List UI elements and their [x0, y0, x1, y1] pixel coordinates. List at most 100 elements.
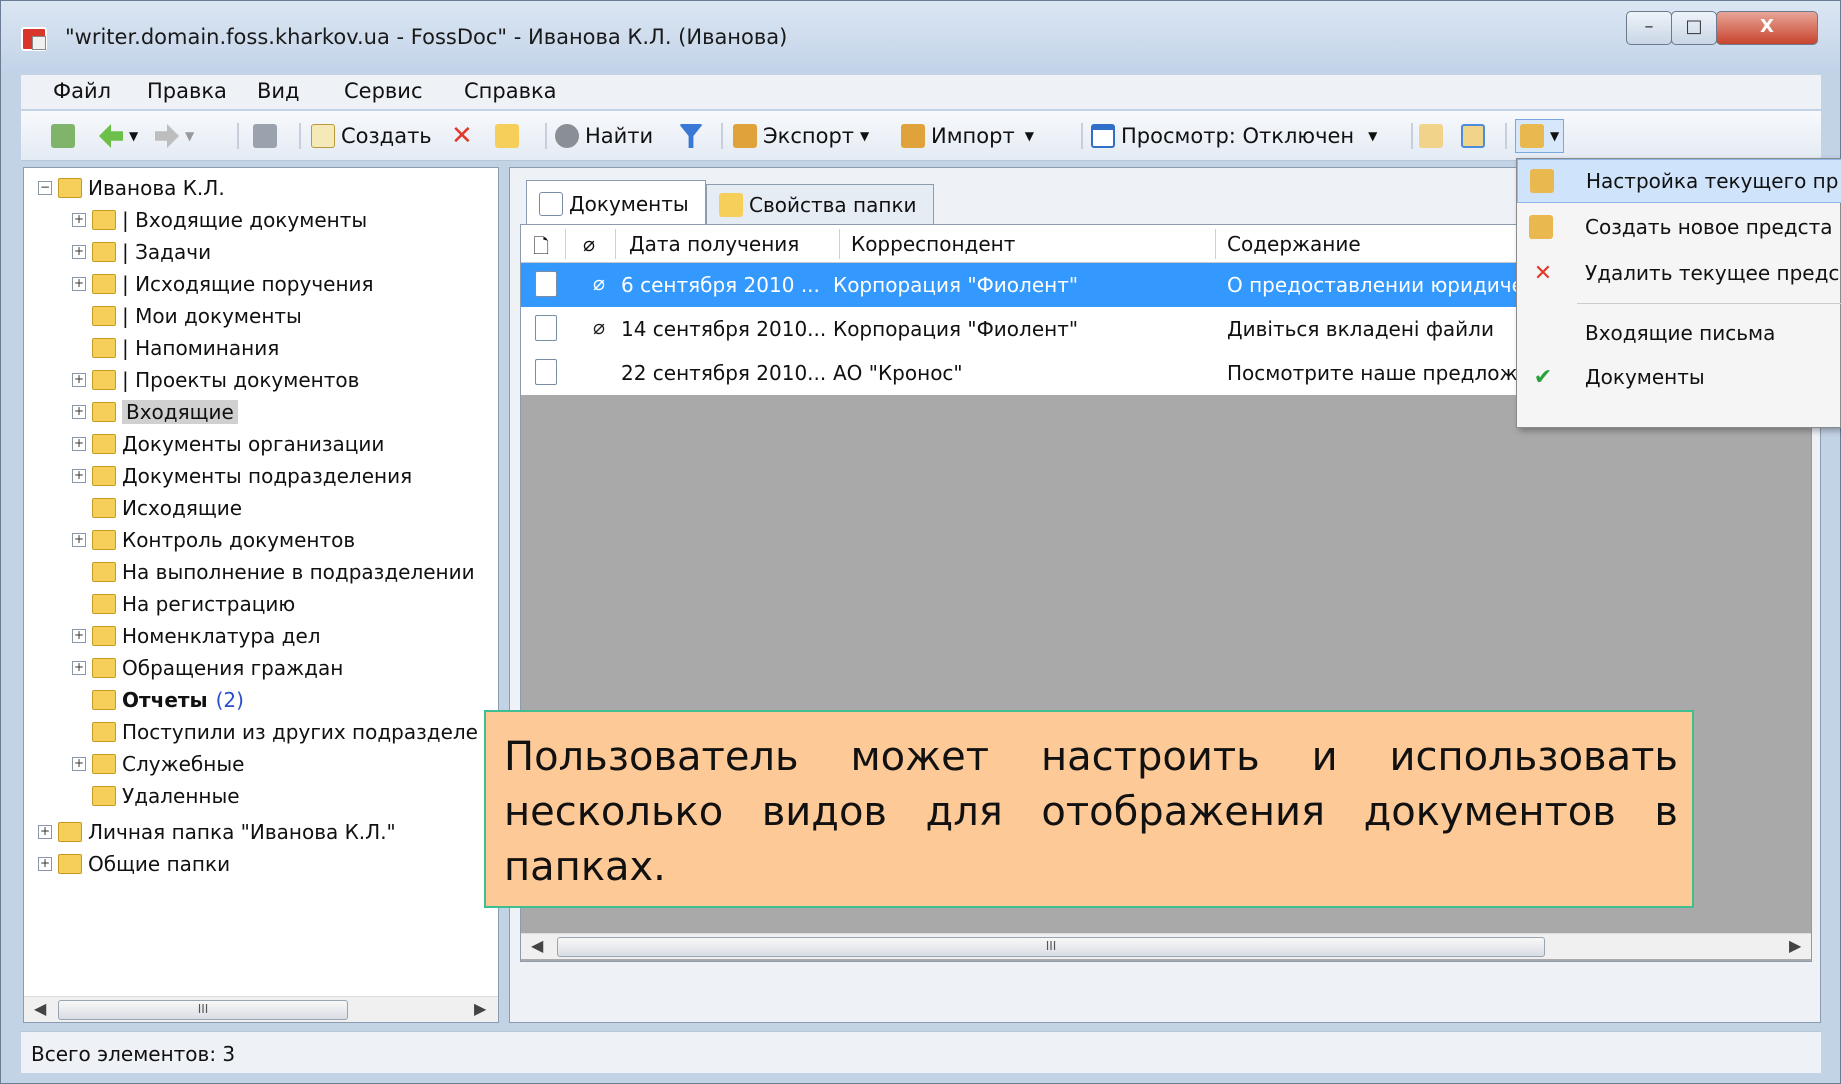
expand-icon[interactable]: +	[72, 757, 86, 771]
scroll-right-icon[interactable]: ▶	[1789, 936, 1801, 955]
receive-mail-button[interactable]	[1461, 119, 1491, 153]
expand-icon[interactable]: +	[72, 213, 86, 227]
tree-item-label: Поступили из других подразделе	[122, 720, 478, 744]
tree-item[interactable]: + Входящие	[72, 398, 238, 426]
tree-item[interactable]: + Общие папки	[38, 850, 230, 878]
back-button[interactable]: ▼	[99, 119, 138, 153]
save-button[interactable]	[253, 119, 283, 153]
dropdown-menu-item[interactable]: Настройка текущего пр	[1517, 159, 1841, 203]
tree-item-label: Обращения граждан	[122, 656, 344, 680]
shared-folder-icon	[92, 562, 116, 582]
col-date-header[interactable]: Дата получения	[629, 232, 799, 256]
import-icon	[901, 124, 925, 148]
tree-item[interactable]: + | Задачи	[72, 238, 211, 266]
close-button[interactable]: X	[1716, 11, 1818, 45]
delete-button[interactable]: ✕	[451, 119, 473, 153]
menu-service[interactable]: Сервис	[334, 77, 432, 105]
tree-item[interactable]: + Документы организации	[72, 430, 384, 458]
forward-button[interactable]: ▼	[155, 119, 194, 153]
tree-item-label: На регистрацию	[122, 592, 296, 616]
filter-button[interactable]	[679, 119, 709, 153]
col-attachment-header-icon[interactable]: ⌀	[583, 232, 595, 256]
minimize-button[interactable]: –	[1626, 11, 1672, 45]
tree-item[interactable]: − Иванова К.Л.	[38, 174, 225, 202]
expand-icon[interactable]: +	[72, 373, 86, 387]
toolbar-separator	[1411, 123, 1413, 149]
tree-item[interactable]: Удаленные	[72, 782, 240, 810]
create-button[interactable]: Создать	[311, 119, 432, 153]
shared-folder-icon	[92, 722, 116, 742]
shared-folder-icon	[92, 690, 116, 710]
expand-icon[interactable]: +	[72, 629, 86, 643]
tree-item[interactable]: + Обращения граждан	[72, 654, 343, 682]
tree-item[interactable]: + | Исходящие поручения	[72, 270, 374, 298]
column-divider	[1215, 229, 1216, 259]
tree-horizontal-scrollbar[interactable]: ◀ III ▶	[24, 996, 498, 1022]
expand-icon[interactable]: +	[38, 825, 52, 839]
menu-file[interactable]: Файл	[43, 77, 121, 105]
import-button[interactable]: Импорт ▼	[901, 119, 1034, 153]
scroll-thumb[interactable]: III	[557, 937, 1545, 957]
shared-folder-icon	[92, 498, 116, 518]
expand-icon[interactable]: +	[72, 469, 86, 483]
col-type-header-icon[interactable]: 🗋	[533, 232, 549, 266]
menu-help[interactable]: Справка	[454, 77, 567, 105]
tree-item[interactable]: + | Входящие документы	[72, 206, 367, 234]
refresh-button[interactable]	[51, 119, 81, 153]
tree-item[interactable]: На выполнение в подразделении	[72, 558, 475, 586]
callout-text: Пользователь может настроить и использов…	[504, 734, 1678, 890]
expand-icon[interactable]: +	[72, 661, 86, 675]
tree-item[interactable]: + Номенклатура дел	[72, 622, 321, 650]
scroll-left-icon[interactable]: ◀	[531, 936, 543, 955]
scroll-left-icon[interactable]: ◀	[34, 999, 46, 1018]
expand-icon[interactable]: +	[72, 277, 86, 291]
menu-edit[interactable]: Правка	[137, 77, 237, 105]
find-button[interactable]: Найти	[555, 119, 653, 153]
grid-horizontal-scrollbar[interactable]: ◀ III ▶	[521, 933, 1811, 959]
maximize-button[interactable]: □	[1671, 11, 1717, 45]
cell-date: 14 сентября 2010...	[621, 317, 827, 341]
tree-item-label: Личная папка "Иванова К.Л."	[88, 820, 396, 844]
tree-item[interactable]: На регистрацию	[72, 590, 295, 618]
tab-documents[interactable]: Документы	[526, 180, 706, 226]
dropdown-menu-item[interactable]: ✔ Документы	[1517, 355, 1841, 399]
preview-pane-icon	[1091, 124, 1115, 148]
expand-icon[interactable]: +	[38, 857, 52, 871]
tree-item[interactable]: + Служебные	[72, 750, 244, 778]
menu-view[interactable]: Вид	[247, 77, 310, 105]
export-button[interactable]: Экспорт ▼	[733, 119, 869, 153]
dropdown-menu-item[interactable]: Входящие письма	[1517, 311, 1841, 355]
tree-item-label: Входящие	[122, 400, 238, 424]
open-folder-button[interactable]	[495, 119, 525, 153]
tree-item[interactable]: Исходящие	[72, 494, 242, 522]
tree-item[interactable]: + Личная папка "Иванова К.Л."	[38, 818, 396, 846]
tab-folder-properties[interactable]: Свойства папки	[706, 184, 934, 224]
dropdown-menu-item[interactable]: Создать новое предста	[1517, 205, 1841, 249]
tree-item[interactable]: + Контроль документов	[72, 526, 355, 554]
views-button[interactable]: ▼	[1515, 119, 1565, 153]
toolbar-separator	[1505, 123, 1507, 149]
collapse-icon[interactable]: −	[38, 181, 52, 195]
preview-button[interactable]: Просмотр: Отключен ▼	[1091, 119, 1377, 153]
tree-item[interactable]: + | Проекты документов	[72, 366, 359, 394]
scroll-thumb[interactable]: III	[58, 1000, 348, 1020]
column-divider	[839, 229, 840, 259]
expand-icon[interactable]: +	[72, 437, 86, 451]
col-correspondent-header[interactable]: Корреспондент	[851, 232, 1015, 256]
tree-item[interactable]: + Документы подразделения	[72, 462, 412, 490]
tree-item[interactable]: | Мои документы	[72, 302, 302, 330]
scroll-right-icon[interactable]: ▶	[474, 999, 486, 1018]
col-content-header[interactable]: Содержание	[1227, 232, 1361, 256]
tree-item[interactable]: | Напоминания	[72, 334, 279, 362]
delete-icon: ✕	[1533, 260, 1553, 286]
cell-correspondent: Корпорация "Фиолент"	[833, 317, 1079, 341]
expand-icon[interactable]: +	[72, 405, 86, 419]
tree-item-label: Отчеты	[122, 688, 208, 712]
expand-icon[interactable]: +	[72, 533, 86, 547]
tree-item[interactable]: Поступили из других подразделе	[72, 718, 478, 746]
expand-icon[interactable]: +	[72, 245, 86, 259]
send-mail-button[interactable]	[1419, 119, 1449, 153]
document-icon	[535, 359, 557, 385]
tree-item[interactable]: Отчеты (2)	[72, 686, 244, 714]
dropdown-menu-item[interactable]: ✕ Удалить текущее предс	[1517, 251, 1841, 295]
